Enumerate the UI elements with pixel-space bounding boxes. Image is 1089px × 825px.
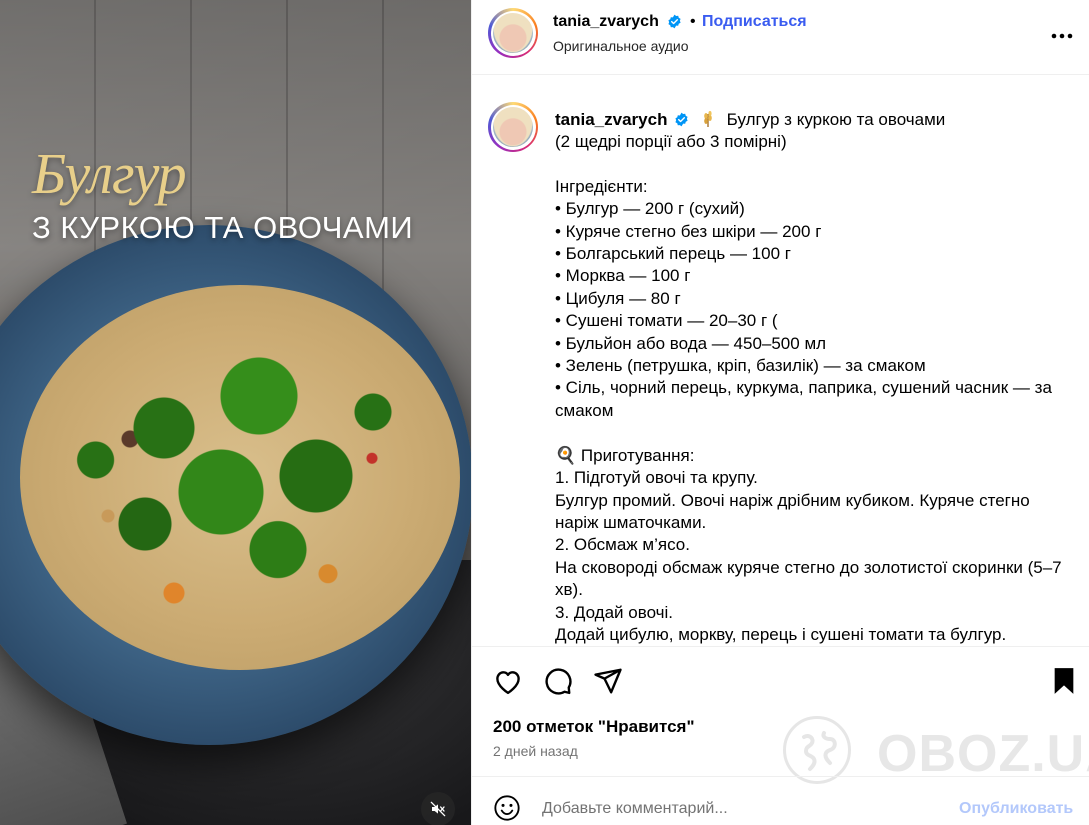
more-options-button[interactable] xyxy=(1050,26,1074,46)
bookmark-icon xyxy=(1054,668,1074,694)
wheat-emoji-icon xyxy=(704,110,712,127)
like-button[interactable] xyxy=(492,665,524,697)
follow-button[interactable]: Подписаться xyxy=(702,13,807,31)
avatar-image xyxy=(493,107,533,147)
avatar[interactable] xyxy=(488,8,538,58)
author-username[interactable]: tania_zvarych xyxy=(553,13,659,31)
speaker-muted-icon xyxy=(430,801,446,817)
verified-badge-icon xyxy=(675,112,688,127)
mute-button[interactable] xyxy=(421,792,455,825)
separator-dot: • xyxy=(690,13,696,30)
caption-username[interactable]: tania_zvarych xyxy=(555,110,667,129)
comment-input[interactable] xyxy=(542,797,922,821)
caption-avatar[interactable] xyxy=(488,102,538,152)
audio-link[interactable]: Оригинальное аудио xyxy=(553,38,689,54)
post-timestamp[interactable]: 2 дней назад xyxy=(493,743,578,759)
comment-icon xyxy=(545,668,572,695)
media-title-sub: З КУРКОЮ ТА ОВОЧАМИ xyxy=(32,210,414,245)
caption-body: (2 щедрі порції або 3 помірні) Інгредієн… xyxy=(555,132,1062,644)
comment-bar: Опубликовать xyxy=(472,776,1089,825)
smiley-icon xyxy=(494,795,520,821)
post-header: tania_zvarych • Подписаться Оригинальное… xyxy=(472,0,1089,75)
post-actions: 200 отметок "Нравится" 2 дней назад xyxy=(472,646,1089,776)
herbs-garnish xyxy=(50,300,430,620)
more-options-icon xyxy=(1051,33,1073,39)
save-button[interactable] xyxy=(1048,665,1080,697)
heart-icon xyxy=(496,671,520,695)
post-caption: tania_zvarych Булгур з куркою та овочами… xyxy=(472,76,1089,646)
post-panel: tania_zvarych • Подписаться Оригинальное… xyxy=(471,0,1089,825)
avatar-image xyxy=(493,13,533,53)
media-title-script: Булгур xyxy=(32,141,187,206)
post-media[interactable]: Булгур З КУРКОЮ ТА ОВОЧАМИ xyxy=(0,0,471,825)
paper-plane-icon xyxy=(594,668,622,694)
caption-title: Булгур з куркою та овочами xyxy=(726,110,946,129)
likes-count[interactable]: 200 отметок "Нравится" xyxy=(493,717,695,737)
caption-head: tania_zvarych Булгур з куркою та овочами xyxy=(555,109,1075,131)
comment-button[interactable] xyxy=(542,665,574,697)
verified-badge-icon xyxy=(668,14,681,29)
post-comment-button[interactable]: Опубликовать xyxy=(959,800,1073,818)
share-button[interactable] xyxy=(592,665,624,697)
emoji-button[interactable] xyxy=(493,794,521,822)
